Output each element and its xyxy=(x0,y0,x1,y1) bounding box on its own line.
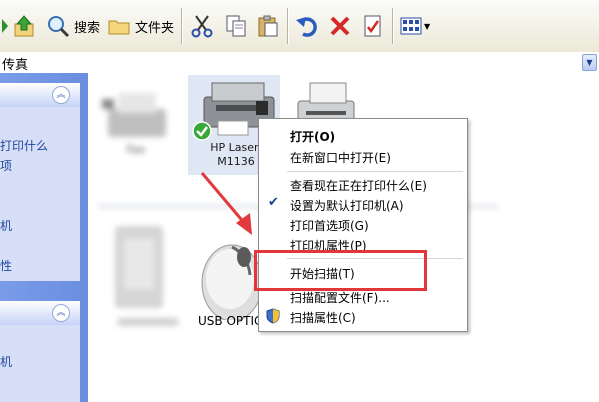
delete-x-icon xyxy=(330,16,350,36)
back-arrow-fragment[interactable] xyxy=(2,10,8,42)
context-menu: 打开(O) 在新窗口中打开(E) 查看现在正在打印什么(E) ✔ 设置为默认打印… xyxy=(258,118,468,332)
views-grid-icon xyxy=(400,17,422,35)
paste-icon xyxy=(258,15,278,37)
folders-label: 文件夹 xyxy=(135,20,175,36)
paste-button[interactable] xyxy=(256,10,280,42)
shield-icon xyxy=(266,308,280,324)
task-link[interactable]: 机 xyxy=(0,217,12,234)
toolbar-separator xyxy=(392,8,393,44)
task-group-body: 机 xyxy=(0,325,80,402)
search-label: 搜索 xyxy=(74,20,101,36)
up-folder-icon xyxy=(14,15,34,37)
delete-button[interactable] xyxy=(328,10,352,42)
scanner-device-icon[interactable] xyxy=(108,221,170,313)
blurred-item-label: Fax xyxy=(126,143,146,156)
task-link[interactable]: 机 xyxy=(0,353,12,370)
views-button[interactable]: ▼ xyxy=(400,10,430,42)
folder-icon xyxy=(108,20,130,35)
chevron-down-icon: ▼ xyxy=(424,21,431,31)
task-group-header[interactable]: ︽ xyxy=(0,83,80,107)
address-bar[interactable]: 传真 ▼ xyxy=(0,52,599,74)
toolbar-separator xyxy=(287,8,288,44)
menu-item-print-preferences[interactable]: 打印首选项(G) xyxy=(290,217,369,234)
search-icon xyxy=(48,16,70,38)
annotation-highlight-box xyxy=(254,250,427,291)
copy-icon xyxy=(226,15,246,37)
menu-separator xyxy=(287,171,463,172)
checkmark-icon: ✔ xyxy=(268,195,279,210)
task-link[interactable]: 项 xyxy=(0,157,12,174)
search-button[interactable]: 搜索 xyxy=(46,10,100,42)
undo-icon xyxy=(296,17,317,37)
address-dropdown-chevron-icon[interactable]: ▼ xyxy=(582,54,597,71)
menu-item-open-new-window[interactable]: 在新窗口中打开(E) xyxy=(290,149,391,166)
collapse-chevron-icon[interactable]: ︽ xyxy=(52,86,70,104)
address-text: 传真 xyxy=(2,58,29,73)
default-check-icon xyxy=(192,121,212,141)
scissors-icon xyxy=(191,15,213,38)
collapse-chevron-icon[interactable]: ︽ xyxy=(52,304,70,322)
menu-item-see-printing[interactable]: 查看现在正在打印什么(E) xyxy=(290,177,427,194)
toolbar: 搜索 文件夹 ▼ xyxy=(0,0,599,53)
menu-item-open[interactable]: 打开(O) xyxy=(290,128,335,145)
cut-button[interactable] xyxy=(190,10,214,42)
up-folder-button[interactable] xyxy=(12,10,36,42)
blurred-item-label xyxy=(118,318,178,326)
menu-item-scan-properties[interactable]: 扫描属性(C) xyxy=(290,309,356,326)
lower-strip: USB OPTIC xyxy=(88,314,599,402)
properties-button[interactable] xyxy=(361,10,385,42)
folders-button[interactable]: 文件夹 xyxy=(107,10,174,42)
task-link[interactable]: 性 xyxy=(0,257,12,274)
task-link[interactable]: 打印什么 xyxy=(0,137,48,154)
toolbar-separator xyxy=(181,8,182,44)
task-group-body: 打印什么 项 机 性 xyxy=(0,107,80,281)
copy-button[interactable] xyxy=(224,10,248,42)
menu-item-scan-profiles[interactable]: 扫描配置文件(F)... xyxy=(290,289,390,306)
annotation-arrow xyxy=(200,172,252,235)
task-pane: ︽ 打印什么 项 机 性 ︽ 机 xyxy=(0,73,88,402)
menu-item-set-default[interactable]: 设置为默认打印机(A) xyxy=(290,197,404,214)
task-group-header[interactable]: ︽ xyxy=(0,301,80,325)
undo-button[interactable] xyxy=(295,10,319,42)
nav-arrow-icon xyxy=(2,19,8,33)
properties-icon xyxy=(364,15,381,37)
